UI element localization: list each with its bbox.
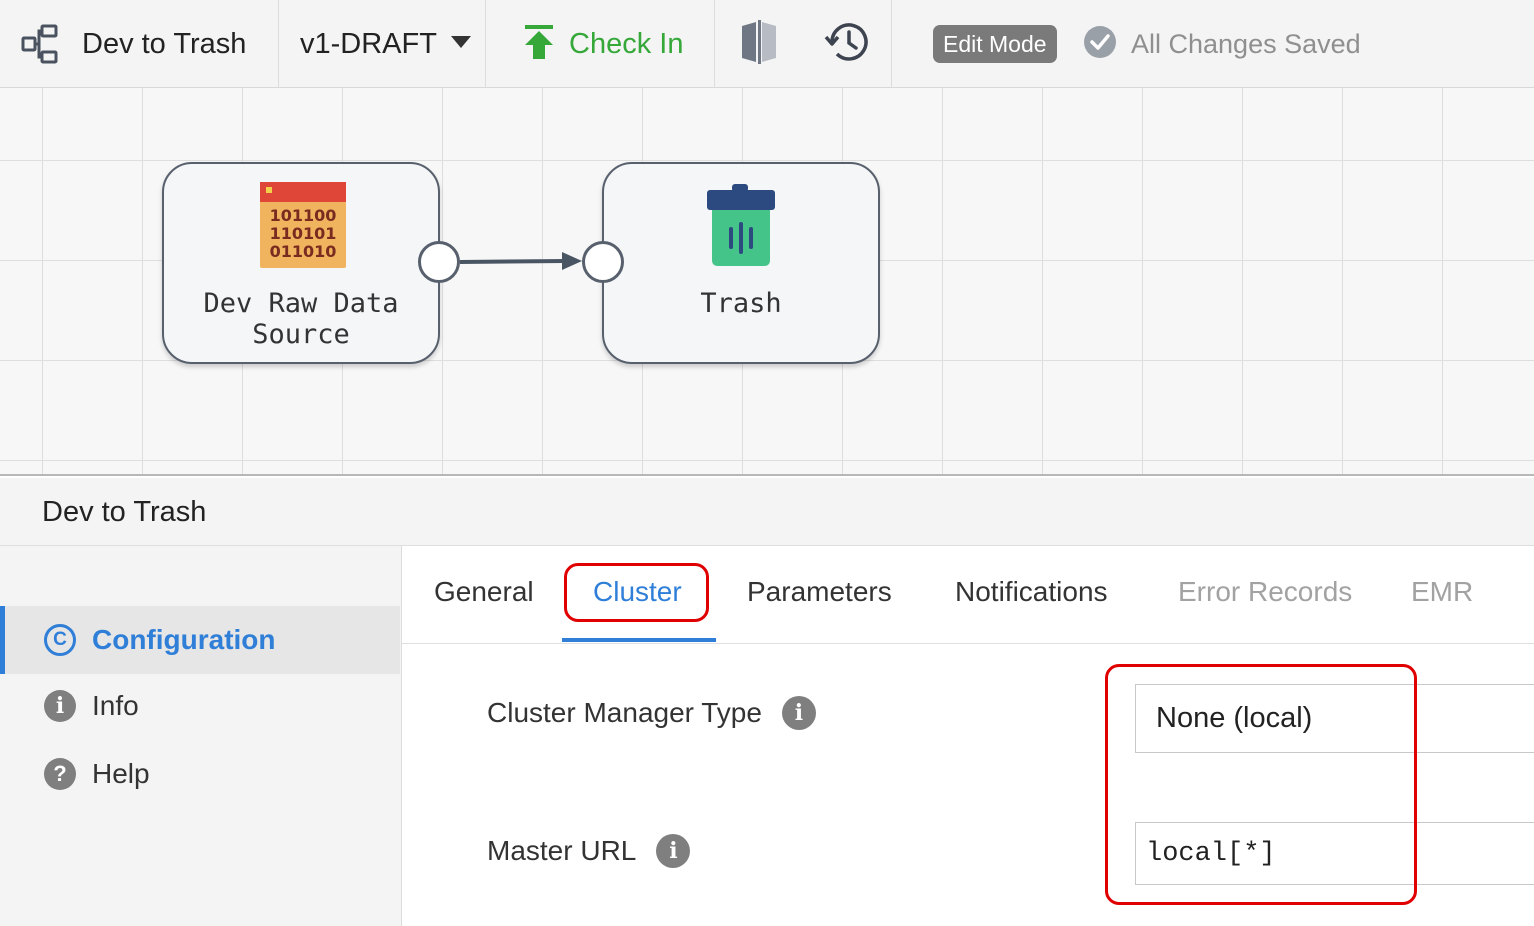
nav-item-configuration[interactable]: C Configuration [0, 606, 400, 674]
select-value: None (local) [1156, 702, 1313, 734]
pipeline-canvas[interactable]: 101100 110101 011010 Dev Raw Data Source… [0, 88, 1534, 476]
tab-cluster[interactable]: Cluster [593, 576, 682, 608]
field-label: Master URL [487, 835, 637, 866]
input-value: local[*] [1146, 838, 1276, 869]
stage-label-line1: Dev Raw Data [203, 288, 399, 319]
field-label: Cluster Manager Type [487, 697, 762, 728]
trash-icon [706, 182, 776, 273]
save-status-group: All Changes Saved [1083, 0, 1361, 88]
svg-text:101100: 101100 [270, 206, 337, 225]
toolbar: Dev to Trash v1-DRAFT Check In Edit Mode… [0, 0, 1534, 88]
info-icon[interactable]: i [781, 696, 816, 730]
info-icon[interactable]: i [656, 834, 691, 868]
tab-parameters[interactable]: Parameters [747, 576, 892, 608]
binary-data-icon: 101100 110101 011010 [260, 182, 346, 273]
tab-error-records[interactable]: Error Records [1178, 576, 1352, 608]
save-status: All Changes Saved [1131, 28, 1361, 59]
input-port[interactable] [582, 241, 624, 283]
side-nav: C Configuration i Info ? Help [0, 546, 402, 926]
version-dropdown[interactable]: v1-DRAFT [300, 0, 471, 88]
master-url-input[interactable]: local[*] [1135, 822, 1534, 885]
tab-notifications[interactable]: Notifications [955, 576, 1108, 608]
check-circle-icon [1083, 25, 1117, 64]
svg-text:011010: 011010 [270, 242, 337, 261]
pipeline-title: Dev to Trash [82, 27, 247, 60]
history-button[interactable] [824, 0, 870, 88]
check-in-button[interactable]: Check In [523, 0, 683, 88]
check-in-label: Check In [569, 27, 684, 60]
help-icon: ? [44, 758, 76, 790]
cluster-manager-type-select[interactable]: None (local) [1135, 684, 1534, 753]
history-icon [824, 21, 870, 68]
caret-down-icon [450, 35, 471, 53]
nav-item-info[interactable]: i Info [0, 672, 400, 740]
panel-header: Dev to Trash [0, 478, 1534, 546]
stage-trash[interactable]: Trash [602, 162, 880, 364]
master-url-label: Master URL i [487, 834, 691, 868]
compare-icon [738, 19, 780, 69]
pipeline-icon [20, 23, 62, 65]
edit-mode-badge: Edit Mode [933, 25, 1057, 63]
stage-label: Trash [700, 288, 782, 319]
version-label: v1-DRAFT [300, 27, 437, 60]
tab-general[interactable]: General [434, 576, 534, 608]
edit-mode-group: Edit Mode [933, 0, 1057, 88]
tab-bar: General Cluster Parameters Notifications… [402, 546, 1534, 644]
configuration-icon: C [44, 624, 76, 656]
upload-arrow-icon [523, 24, 555, 64]
compare-button[interactable] [738, 0, 780, 88]
cluster-manager-type-label: Cluster Manager Type i [487, 696, 816, 730]
nav-label: Help [92, 758, 150, 789]
panel-title: Dev to Trash [42, 496, 207, 528]
stage-label-line2: Source [252, 319, 350, 350]
stage-dev-raw-data-source[interactable]: 101100 110101 011010 Dev Raw Data Source [162, 162, 440, 364]
nav-label: Configuration [92, 624, 276, 655]
output-port[interactable] [418, 241, 460, 283]
nav-label: Info [92, 690, 139, 721]
tab-emr[interactable]: EMR [1411, 576, 1473, 608]
nav-item-help[interactable]: ? Help [0, 740, 400, 808]
svg-text:110101: 110101 [270, 224, 337, 243]
pipeline-title-group: Dev to Trash [20, 0, 246, 88]
info-icon: i [44, 690, 76, 722]
active-tab-indicator [562, 638, 716, 642]
